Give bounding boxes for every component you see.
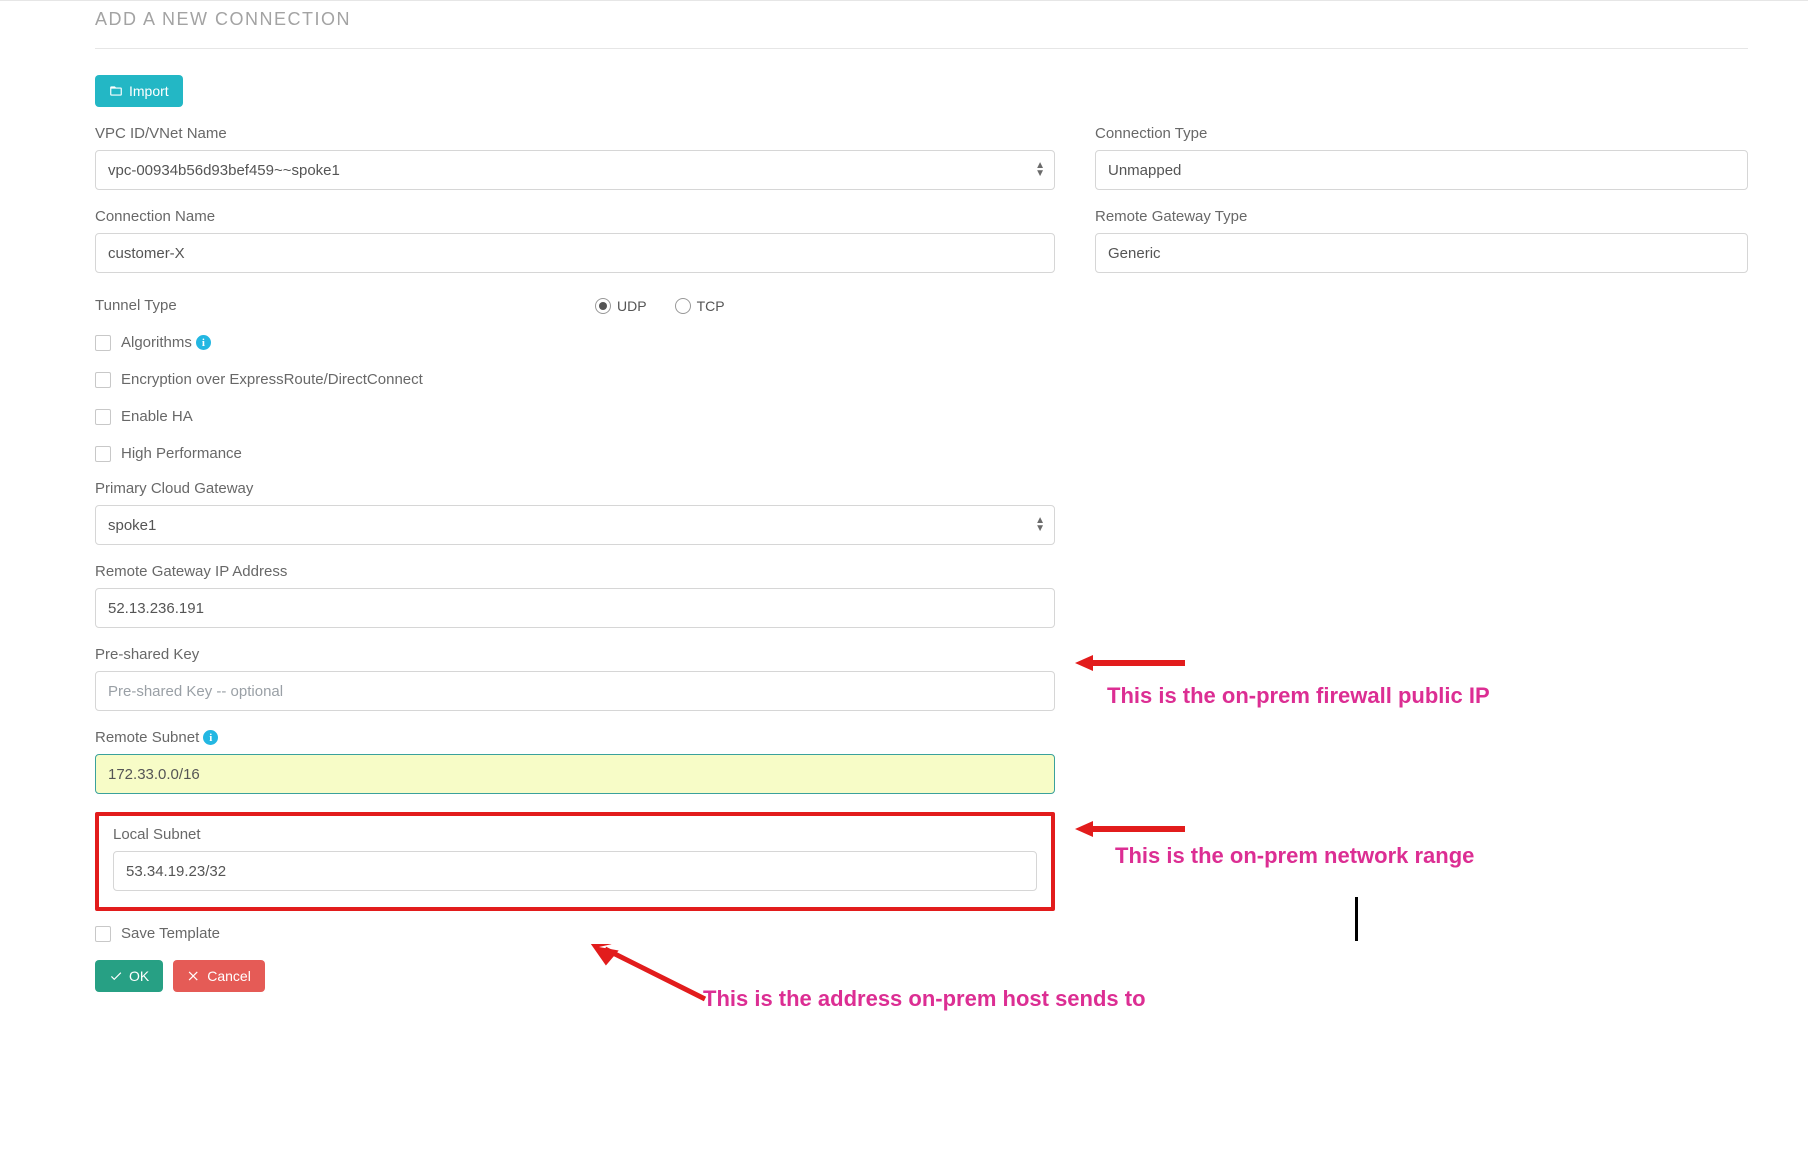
tunnel-tcp-label: TCP <box>697 298 725 314</box>
tunnel-type-row: Tunnel Type UDP TCP <box>95 297 1055 314</box>
save-template-label: Save Template <box>121 925 220 942</box>
psk-group: Pre-shared Key <box>95 646 1055 711</box>
text-cursor-icon <box>1355 897 1358 941</box>
annotation-arrow-3 <box>585 944 715 1014</box>
save-template-row: Save Template <box>95 925 1055 942</box>
encrypt-er-checkbox[interactable] <box>95 372 111 388</box>
close-icon <box>187 969 201 983</box>
remote-gw-type-group: Remote Gateway Type <box>1095 208 1748 273</box>
psk-label: Pre-shared Key <box>95 646 1055 663</box>
vpc-label: VPC ID/VNet Name <box>95 125 1055 142</box>
high-perf-label: High Performance <box>121 445 242 462</box>
annotation-text-1: This is the on-prem firewall public IP <box>1107 683 1490 709</box>
folder-open-icon <box>109 84 123 98</box>
ok-button[interactable]: OK <box>95 960 163 992</box>
remote-gw-ip-group: Remote Gateway IP Address <box>95 563 1055 628</box>
algorithms-label: Algorithms <box>121 334 192 351</box>
info-icon[interactable]: i <box>196 335 211 350</box>
primary-gw-group: Primary Cloud Gateway ▲▼ <box>95 480 1055 545</box>
remote-gw-ip-input[interactable] <box>95 588 1055 628</box>
encrypt-er-row: Encryption over ExpressRoute/DirectConne… <box>95 371 1055 388</box>
conn-name-input[interactable] <box>95 233 1055 273</box>
local-subnet-highlight: Local Subnet <box>95 812 1055 911</box>
annotation-text-2: This is the on-prem network range <box>1115 843 1474 869</box>
primary-gw-label: Primary Cloud Gateway <box>95 480 1055 497</box>
enable-ha-checkbox[interactable] <box>95 409 111 425</box>
algorithms-row: Algorithms i <box>95 334 1055 351</box>
remote-gw-ip-label: Remote Gateway IP Address <box>95 563 1055 580</box>
annotation-arrow-2 <box>1075 819 1185 839</box>
conn-type-group: Connection Type <box>1095 125 1748 190</box>
tunnel-tcp-radio[interactable]: TCP <box>675 298 725 314</box>
local-subnet-label: Local Subnet <box>113 826 1037 843</box>
encrypt-er-label: Encryption over ExpressRoute/DirectConne… <box>121 371 423 388</box>
import-button[interactable]: Import <box>95 75 183 107</box>
cancel-button[interactable]: Cancel <box>173 960 265 992</box>
remote-gw-type-select[interactable] <box>1095 233 1748 273</box>
save-template-checkbox[interactable] <box>95 926 111 942</box>
conn-name-label: Connection Name <box>95 208 1055 225</box>
panel-heading: ADD A NEW CONNECTION <box>95 1 1748 49</box>
primary-gw-select[interactable] <box>95 505 1055 545</box>
panel-body: Import VPC ID/VNet Name ▲▼ Connection Ty… <box>95 49 1748 1004</box>
local-subnet-input[interactable] <box>113 851 1037 891</box>
radio-unchecked-icon <box>675 298 691 314</box>
cancel-button-label: Cancel <box>207 968 251 984</box>
algorithms-checkbox[interactable] <box>95 335 111 351</box>
ok-button-label: OK <box>129 968 149 984</box>
vpc-select[interactable] <box>95 150 1055 190</box>
conn-type-select[interactable] <box>1095 150 1748 190</box>
check-icon <box>109 969 123 983</box>
high-perf-row: High Performance <box>95 445 1055 462</box>
annotation-text-3: This is the address on-prem host sends t… <box>703 986 1146 1012</box>
tunnel-udp-radio[interactable]: UDP <box>595 298 647 314</box>
remote-gw-type-label: Remote Gateway Type <box>1095 208 1748 225</box>
vpc-group: VPC ID/VNet Name ▲▼ <box>95 125 1055 190</box>
psk-input[interactable] <box>95 671 1055 711</box>
enable-ha-label: Enable HA <box>121 408 193 425</box>
conn-type-label: Connection Type <box>1095 125 1748 142</box>
import-button-label: Import <box>129 83 169 99</box>
remote-subnet-input[interactable] <box>95 754 1055 794</box>
tunnel-type-label: Tunnel Type <box>95 297 585 314</box>
annotation-arrow-1 <box>1075 653 1185 673</box>
high-perf-checkbox[interactable] <box>95 446 111 462</box>
enable-ha-row: Enable HA <box>95 408 1055 425</box>
remote-subnet-group: Remote Subnet i <box>95 729 1055 794</box>
info-icon[interactable]: i <box>203 730 218 745</box>
remote-subnet-label: Remote Subnet <box>95 729 199 746</box>
tunnel-udp-label: UDP <box>617 298 647 314</box>
conn-name-group: Connection Name <box>95 208 1055 273</box>
radio-checked-icon <box>595 298 611 314</box>
